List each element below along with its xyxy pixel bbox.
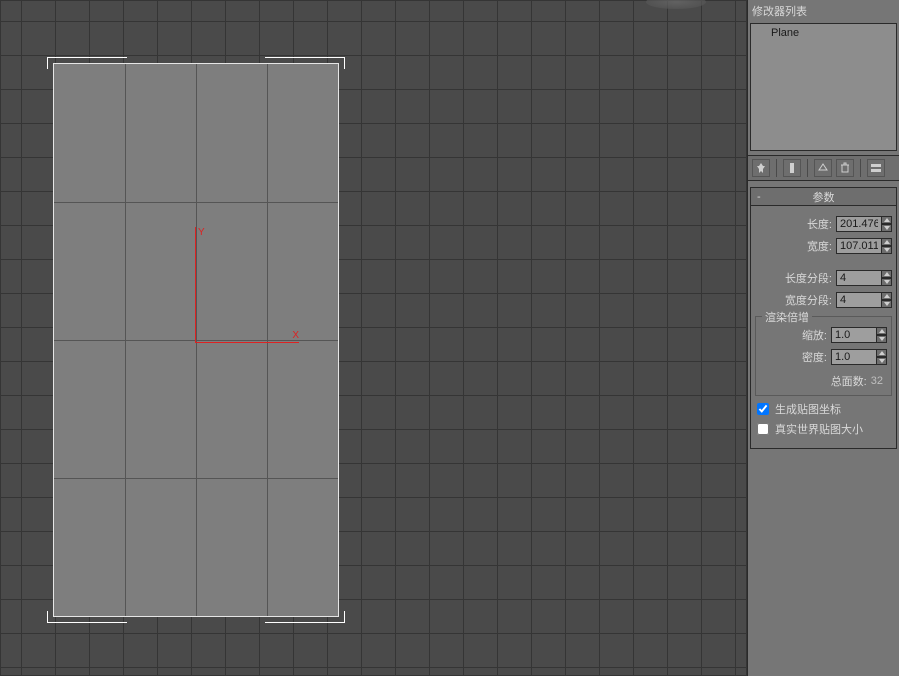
plane-object[interactable] — [47, 57, 345, 623]
spinner-up-icon[interactable] — [882, 216, 892, 224]
render-multipliers-group: 渲染倍增 缩放: 密度: — [755, 316, 892, 396]
spinner-up-icon[interactable] — [882, 292, 892, 300]
density-spinner[interactable] — [831, 349, 887, 365]
configure-sets-button[interactable] — [867, 159, 885, 177]
length-segs-spinner[interactable] — [836, 270, 892, 286]
rollout-title: 参数 — [813, 189, 835, 205]
spinner-down-icon[interactable] — [877, 335, 887, 343]
scale-input[interactable] — [831, 327, 877, 343]
separator — [807, 159, 808, 177]
width-spinner[interactable] — [836, 238, 892, 254]
spinner-down-icon[interactable] — [877, 357, 887, 365]
segment-line — [267, 64, 268, 616]
spinner-up-icon[interactable] — [877, 327, 887, 335]
separator — [776, 159, 777, 177]
generate-uv-checkbox[interactable] — [757, 403, 769, 415]
spinner-down-icon[interactable] — [882, 278, 892, 286]
rollout-header[interactable]: - 参数 — [751, 188, 896, 206]
modifier-toolbar — [748, 155, 899, 181]
modifier-list-label: 修改器列表 — [748, 0, 899, 22]
spinner-down-icon[interactable] — [882, 246, 892, 254]
spinner-up-icon[interactable] — [882, 270, 892, 278]
remove-modifier-button[interactable] — [836, 159, 854, 177]
show-end-result-button[interactable] — [783, 159, 801, 177]
rollout-body: 长度: 宽度: — [751, 206, 896, 448]
segment-line — [196, 64, 197, 616]
render-mult-title: 渲染倍增 — [762, 309, 812, 325]
scale-spinner[interactable] — [831, 327, 887, 343]
width-segs-input[interactable] — [836, 292, 882, 308]
width-segs-label: 宽度分段: — [785, 292, 832, 308]
real-world-label: 真实世界贴图大小 — [775, 421, 863, 437]
length-input[interactable] — [836, 216, 882, 232]
separator — [860, 159, 861, 177]
width-segs-row: 宽度分段: — [755, 290, 892, 310]
segment-line — [125, 64, 126, 616]
pin-stack-button[interactable] — [752, 159, 770, 177]
total-faces-row: 总面数: 32 — [760, 373, 883, 389]
spinner-up-icon[interactable] — [882, 238, 892, 246]
stack-item-plane[interactable]: Plane — [751, 24, 896, 43]
length-segs-row: 长度分段: — [755, 268, 892, 288]
spinner-up-icon[interactable] — [877, 349, 887, 357]
generate-uv-label: 生成贴图坐标 — [775, 401, 841, 417]
generate-uv-row[interactable]: 生成贴图坐标 — [757, 400, 892, 418]
total-faces-value: 32 — [871, 375, 883, 387]
length-segs-label: 长度分段: — [785, 270, 832, 286]
width-segs-spinner[interactable] — [836, 292, 892, 308]
scale-row: 缩放: — [760, 325, 887, 345]
spinner-down-icon[interactable] — [882, 224, 892, 232]
make-unique-button[interactable] — [814, 159, 832, 177]
density-input[interactable] — [831, 349, 877, 365]
scale-label: 缩放: — [802, 327, 827, 343]
density-row: 密度: — [760, 347, 887, 367]
modifier-stack[interactable]: Plane — [750, 23, 897, 151]
parameters-rollout: - 参数 长度: 宽度: — [750, 187, 897, 449]
plane-surface[interactable] — [53, 63, 339, 617]
total-faces-label: 总面数: — [831, 373, 867, 389]
density-label: 密度: — [802, 349, 827, 365]
width-label: 宽度: — [807, 238, 832, 254]
real-world-row[interactable]: 真实世界贴图大小 — [757, 420, 892, 438]
length-row: 长度: — [755, 214, 892, 234]
width-row: 宽度: — [755, 236, 892, 256]
length-segs-input[interactable] — [836, 270, 882, 286]
modify-panel: 修改器列表 Plane - 参数 长度: — [747, 0, 899, 676]
real-world-checkbox[interactable] — [757, 423, 769, 435]
width-input[interactable] — [836, 238, 882, 254]
viewport[interactable]: Y X — [0, 0, 747, 676]
length-spinner[interactable] — [836, 216, 892, 232]
spinner-down-icon[interactable] — [882, 300, 892, 308]
collapse-icon: - — [757, 191, 761, 203]
length-label: 长度: — [807, 216, 832, 232]
